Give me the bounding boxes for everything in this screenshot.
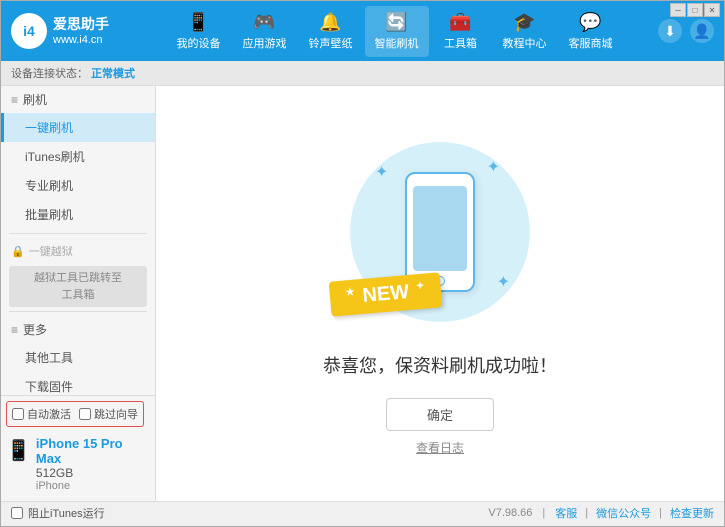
log-link[interactable]: 查看日志 — [416, 439, 464, 456]
logo-text: 爱思助手 www.i4.cn — [53, 15, 109, 47]
device-storage: 512GB — [36, 466, 150, 480]
sidebar-device-area: 自动激活 跳过向导 📱 iPhone 15 Pro Max 512GB iPho… — [1, 395, 155, 501]
success-message: 恭喜您，保资料刷机成功啦！ — [323, 352, 557, 378]
update-link[interactable]: 检查更新 — [670, 505, 714, 521]
sidebar-item-download-firmware[interactable]: 下载固件 — [1, 372, 155, 395]
sidebar-divider-2 — [9, 311, 147, 312]
window-controls: ─ □ ✕ — [666, 1, 724, 19]
guide-checkbox-item[interactable]: 跳过向导 — [79, 406, 138, 422]
nav-my-device[interactable]: 📱 我的设备 — [167, 6, 231, 57]
sidebar-menu: ≡ 刷机 一键刷机 iTunes刷机 专业刷机 批量刷机 � — [1, 86, 155, 395]
nav-service[interactable]: 💬 客服商城 — [559, 6, 623, 57]
itunes-label: 阻止iTunes运行 — [28, 505, 105, 521]
itunes-bar: 阻止iTunes运行 V7.98.66 | 客服 | 微信公众号 | 检查更新 — [1, 501, 724, 524]
sidebar-group-more: ≡ 更多 — [1, 316, 155, 343]
iphone-icon: 📱 — [6, 438, 31, 463]
device-icon: 📱 — [187, 12, 209, 33]
sidebar-item-itunes-flash[interactable]: iTunes刷机 — [1, 142, 155, 171]
support-link[interactable]: 客服 — [555, 505, 577, 521]
phone-illustration: ✦ ✦ ✦ NEW — [340, 132, 540, 332]
device-info: 📱 iPhone 15 Pro Max 512GB iPhone — [6, 432, 150, 496]
sidebar: ≡ 刷机 一键刷机 iTunes刷机 专业刷机 批量刷机 � — [1, 86, 156, 501]
sidebar-item-other-tools[interactable]: 其他工具 — [1, 343, 155, 372]
minimize-button[interactable]: ─ — [670, 3, 686, 17]
nav-bar: 📱 我的设备 🎮 应用游戏 🔔 铃声壁纸 🔄 智能刷机 🧰 工具箱 🎓 — [131, 6, 658, 57]
nav-tutorial[interactable]: 🎓 教程中心 — [493, 6, 557, 57]
close-button[interactable]: ✕ — [704, 3, 720, 17]
nav-ringtone[interactable]: 🔔 铃声壁纸 — [299, 6, 363, 57]
nav-toolbox[interactable]: 🧰 工具箱 — [431, 6, 491, 57]
breadcrumb: 设备连接状态： 正常模式 — [1, 61, 724, 86]
content-area: ✦ ✦ ✦ NEW 恭喜您，保资料刷机成功啦！ 确定 查看日志 — [156, 86, 724, 501]
sidebar-group-flash: ≡ 刷机 — [1, 86, 155, 113]
logo-area: i4 爱思助手 www.i4.cn — [11, 13, 131, 49]
confirm-button[interactable]: 确定 — [386, 398, 494, 431]
guide-checkbox[interactable] — [79, 408, 91, 420]
version-label: V7.98.66 — [488, 507, 532, 519]
ringtone-icon: 🔔 — [319, 12, 341, 33]
flash-icon: 🔄 — [385, 12, 407, 33]
jailbreak-disabled-notice: 越狱工具已跳转至 工具箱 — [9, 266, 147, 307]
sidebar-divider-1 — [9, 233, 147, 234]
download-button[interactable]: ⬇ — [658, 19, 682, 43]
header: i4 爱思助手 www.i4.cn 📱 我的设备 🎮 应用游戏 🔔 铃声壁纸 🔄 — [1, 1, 724, 61]
sparkle-icon-2: ✦ — [487, 157, 500, 177]
service-icon: 💬 — [579, 12, 601, 33]
lock-icon: 🔒 — [11, 245, 25, 258]
sidebar-group-jailbreak: 🔒 一键越狱 — [1, 238, 155, 264]
device-type: iPhone — [36, 480, 150, 492]
logo-icon: i4 — [11, 13, 47, 49]
sidebar-item-pro-flash[interactable]: 专业刷机 — [1, 171, 155, 200]
device-details: iPhone 15 Pro Max 512GB iPhone — [36, 436, 150, 492]
flash-group-icon: ≡ — [11, 93, 18, 107]
main-body: ≡ 刷机 一键刷机 iTunes刷机 专业刷机 批量刷机 � — [1, 86, 724, 501]
sidebar-item-batch-flash[interactable]: 批量刷机 — [1, 200, 155, 229]
sparkle-icon-3: ✦ — [497, 272, 510, 292]
sparkle-icon-1: ✦ — [375, 162, 388, 182]
device-name: iPhone 15 Pro Max — [36, 436, 150, 466]
app-icon: 🎮 — [253, 12, 275, 33]
toolbox-icon: 🧰 — [449, 12, 471, 33]
phone-screen — [413, 186, 467, 271]
maximize-button[interactable]: □ — [687, 3, 703, 17]
itunes-checkbox[interactable] — [11, 507, 23, 519]
nav-smart-flash[interactable]: 🔄 智能刷机 — [365, 6, 429, 57]
auto-activate-checkbox-item[interactable]: 自动激活 — [12, 406, 71, 422]
header-right: ⬇ 👤 — [658, 19, 714, 43]
more-group-icon: ≡ — [11, 323, 18, 337]
auto-activate-checkbox[interactable] — [12, 408, 24, 420]
tutorial-icon: 🎓 — [513, 12, 535, 33]
wechat-link[interactable]: 微信公众号 — [596, 505, 651, 521]
user-button[interactable]: 👤 — [690, 19, 714, 43]
nav-app-games[interactable]: 🎮 应用游戏 — [233, 6, 297, 57]
sidebar-item-one-click-flash[interactable]: 一键刷机 — [1, 113, 155, 142]
